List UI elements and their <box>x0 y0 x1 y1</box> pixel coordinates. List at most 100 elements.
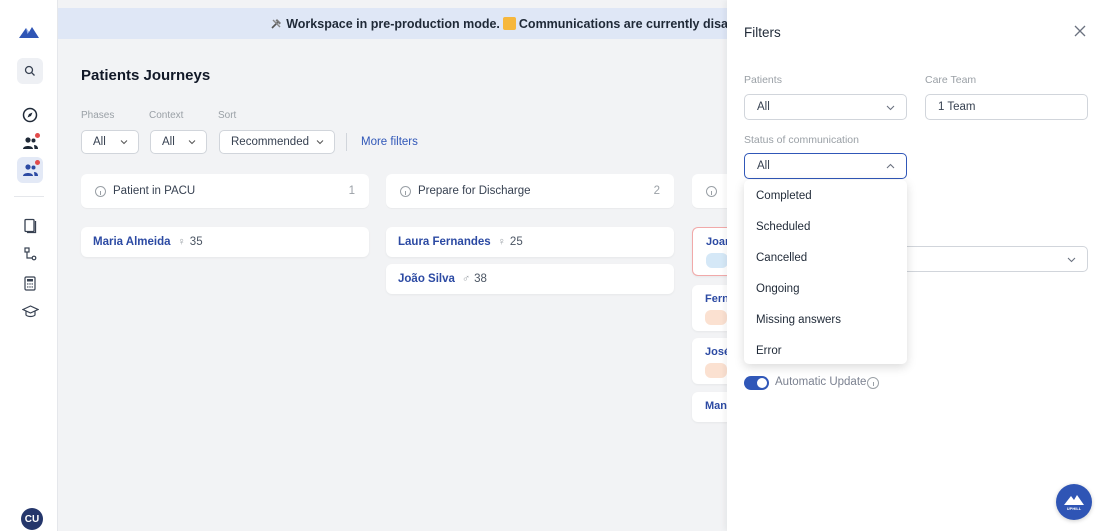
users-active-icon <box>22 164 38 176</box>
patient-name: João Silva <box>398 273 455 285</box>
context-label: Context <box>149 110 184 121</box>
patient-card[interactable]: Laura Fernandes ♀ 25 <box>386 227 674 257</box>
message-emoji-icon <box>502 16 516 30</box>
automatic-update-toggle[interactable] <box>744 376 769 390</box>
patient-age: 35 <box>189 236 203 248</box>
message-badge <box>705 363 727 378</box>
fab-logo-text: UPHILL <box>1066 506 1082 511</box>
status-dropdown: Completed Scheduled Cancelled Ongoing Mi… <box>744 180 907 364</box>
phases-value: All <box>93 136 106 148</box>
patient-card[interactable]: Maria Almeida ♀ 35 <box>81 227 369 257</box>
female-icon: ♀ <box>497 236 506 248</box>
patient-age: 38 <box>474 273 487 285</box>
rail-divider <box>14 196 44 197</box>
preproduction-banner: Workspace in pre-production mode. Communi… <box>58 8 728 39</box>
patients-button[interactable] <box>17 130 43 156</box>
context-value: All <box>162 136 175 148</box>
phase-count: 2 <box>653 185 660 197</box>
graduation-cap-icon <box>21 304 39 317</box>
left-rail: CU <box>0 0 58 531</box>
patient-name: Maria Almeida <box>93 236 171 248</box>
page-title: Patients Journeys <box>81 67 211 84</box>
patient-card[interactable]: Man <box>692 392 728 422</box>
message-badge <box>706 253 728 268</box>
message-badge <box>705 310 727 325</box>
users-icon <box>22 137 38 149</box>
academy-button[interactable] <box>17 298 43 324</box>
status-select[interactable]: All <box>744 153 907 179</box>
more-filters-link[interactable]: More filters <box>361 136 418 148</box>
patient-age: 25 <box>509 236 523 248</box>
status-option[interactable]: Error <box>744 335 907 366</box>
calculators-button[interactable] <box>17 270 43 296</box>
phase-header[interactable]: Patient in PACU 1 <box>81 174 369 208</box>
patient-card[interactable]: Fern <box>692 285 728 331</box>
phase-count: 1 <box>348 185 355 197</box>
patients-select[interactable]: All <box>744 94 907 120</box>
alert-dot <box>35 133 40 138</box>
status-option[interactable]: Ongoing <box>744 273 907 304</box>
close-icon[interactable] <box>1073 24 1087 38</box>
status-value: All <box>757 160 770 172</box>
search-button[interactable] <box>17 58 43 84</box>
phase-title: Patient in PACU <box>113 185 196 197</box>
chevron-down-icon <box>316 140 324 145</box>
phase-header[interactable] <box>692 174 728 208</box>
female-icon: ♀ <box>177 236 186 248</box>
care-team-select[interactable]: 1 Team <box>925 94 1088 120</box>
status-label: Status of communication <box>744 134 859 146</box>
compass-icon <box>22 107 38 123</box>
sort-select[interactable]: Recommended <box>219 130 335 154</box>
alert-dot <box>35 160 40 165</box>
explore-button[interactable] <box>17 102 43 128</box>
chevron-up-icon <box>886 163 895 169</box>
info-icon[interactable] <box>867 377 879 389</box>
patient-card[interactable]: João Silva ♂ 38 <box>386 264 674 294</box>
banner-text: Workspace in pre-production mode. Communi… <box>270 16 728 31</box>
banner-text-before: Workspace in pre-production mode. <box>286 16 500 31</box>
filter-divider <box>346 133 347 151</box>
male-icon: ♂ <box>461 273 471 285</box>
status-option[interactable]: Completed <box>744 180 907 211</box>
patient-name: Laura Fernandes <box>398 236 491 248</box>
uphill-logo-icon <box>1064 495 1084 505</box>
journeys-button[interactable] <box>17 157 43 183</box>
chevron-down-icon <box>886 105 895 111</box>
patient-name: Man <box>705 400 727 412</box>
info-icon[interactable] <box>706 185 717 197</box>
status-option[interactable]: Scheduled <box>744 211 907 242</box>
tools-icon <box>271 18 281 29</box>
phase-title: Prepare for Discharge <box>418 185 531 197</box>
protocols-button[interactable] <box>17 213 43 239</box>
patient-card[interactable]: José <box>692 338 728 384</box>
info-icon[interactable] <box>400 185 411 197</box>
context-select[interactable]: All <box>150 130 207 154</box>
patient-name: Joan <box>706 236 728 248</box>
status-option[interactable]: Missing answers <box>744 304 907 335</box>
care-team-label: Care Team <box>925 74 977 86</box>
help-button[interactable]: UPHILL <box>1056 484 1092 520</box>
chevron-down-icon <box>1067 257 1076 263</box>
patients-label: Patients <box>744 74 782 86</box>
bookmark-icon <box>24 218 37 234</box>
patient-name: José <box>705 346 728 358</box>
panel-title: Filters <box>744 25 781 40</box>
app-logo-icon[interactable] <box>19 26 39 38</box>
phase-header[interactable]: Prepare for Discharge 2 <box>386 174 674 208</box>
search-icon <box>24 65 35 76</box>
patients-value: All <box>757 101 770 113</box>
sort-value: Recommended <box>231 136 309 148</box>
automatic-update-label: Automatic Update <box>775 376 867 388</box>
info-icon[interactable] <box>95 185 106 197</box>
status-option[interactable]: Cancelled <box>744 242 907 273</box>
banner-text-after: Communications are currently disa <box>518 16 728 31</box>
patient-card[interactable]: Joan <box>692 227 728 276</box>
phases-select[interactable]: All <box>81 130 139 154</box>
workflows-button[interactable] <box>17 241 43 267</box>
patient-name: Fern <box>705 293 728 305</box>
flow-icon <box>24 247 37 261</box>
avatar[interactable]: CU <box>21 508 43 530</box>
care-team-value: 1 Team <box>938 101 976 113</box>
phases-label: Phases <box>81 110 115 121</box>
calculator-icon <box>24 275 36 291</box>
